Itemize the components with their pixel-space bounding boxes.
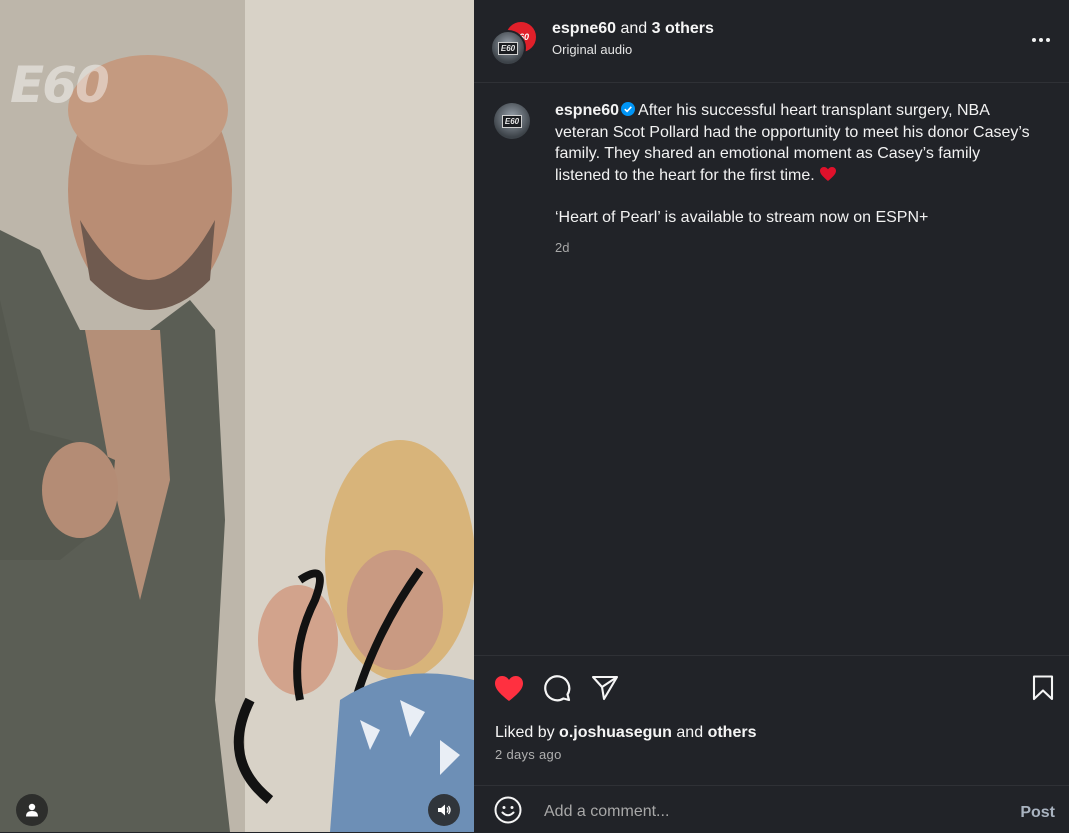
caption-promo-text: ‘Heart of Pearl’ is available to stream …	[555, 209, 929, 226]
paper-plane-icon	[591, 675, 619, 701]
person-icon	[26, 803, 38, 817]
speaker-icon	[438, 804, 451, 816]
heart-filled-icon	[495, 675, 523, 701]
comment-input[interactable]	[542, 799, 986, 825]
audio-toggle-button[interactable]	[428, 794, 460, 826]
liked-by-user-link[interactable]: o.joshuasegun	[559, 724, 672, 741]
likes-summary: Liked by o.joshuasegun and others	[495, 722, 756, 744]
caption-avatar[interactable]: E60	[494, 103, 530, 139]
caption-username-link[interactable]: espne60	[555, 102, 619, 119]
post-media[interactable]: E60	[0, 0, 474, 832]
red-heart-emoji-icon	[819, 166, 836, 181]
smiley-icon	[494, 796, 522, 824]
collaborators-link[interactable]: 3 others	[652, 20, 714, 37]
more-icon-dot	[1039, 38, 1043, 42]
post-date[interactable]: 2 days ago	[495, 747, 562, 762]
comment-icon	[544, 675, 571, 702]
bookmark-icon	[1032, 675, 1054, 701]
liked-by-prefix: Liked by	[495, 724, 555, 741]
share-button[interactable]	[588, 671, 622, 705]
avatar-logo: E60	[501, 114, 523, 128]
header-joiner: and	[620, 20, 648, 37]
tagged-users-button[interactable]	[16, 794, 48, 826]
avatar-logo: E60	[497, 41, 519, 55]
original-audio-link[interactable]: Original audio	[552, 40, 714, 60]
caption-body: espne60 After his successful heart transp…	[555, 100, 1035, 258]
post-actions: Liked by o.joshuasegun and others 2 days…	[474, 655, 1069, 762]
liked-by-others-link[interactable]: others	[708, 724, 757, 741]
post-header: E60 E60 espne60 and 3 others Original au…	[474, 0, 1069, 83]
save-button[interactable]	[1026, 671, 1060, 705]
more-options-button[interactable]	[1029, 30, 1053, 50]
verified-badge-icon	[621, 102, 636, 116]
post-details-panel: E60 E60 espne60 and 3 others Original au…	[474, 0, 1069, 832]
comment-button[interactable]	[540, 671, 574, 705]
header-text: espne60 and 3 others Original audio	[552, 18, 714, 60]
post-comment-button[interactable]: Post	[1020, 804, 1055, 822]
author-avatar[interactable]: E60	[490, 30, 526, 66]
more-icon-dot	[1046, 38, 1050, 42]
more-icon	[1032, 38, 1036, 42]
like-button[interactable]	[492, 671, 526, 705]
video-watermark: E60	[10, 56, 110, 114]
emoji-picker-button[interactable]	[494, 796, 524, 826]
collab-avatars[interactable]: E60 E60	[490, 20, 538, 68]
video-frame	[0, 0, 474, 832]
author-username-link[interactable]: espne60	[552, 20, 616, 37]
caption-timestamp[interactable]: 2d	[555, 237, 1035, 259]
liked-by-joiner: and	[676, 724, 704, 741]
comment-bar: Post	[474, 785, 1069, 833]
